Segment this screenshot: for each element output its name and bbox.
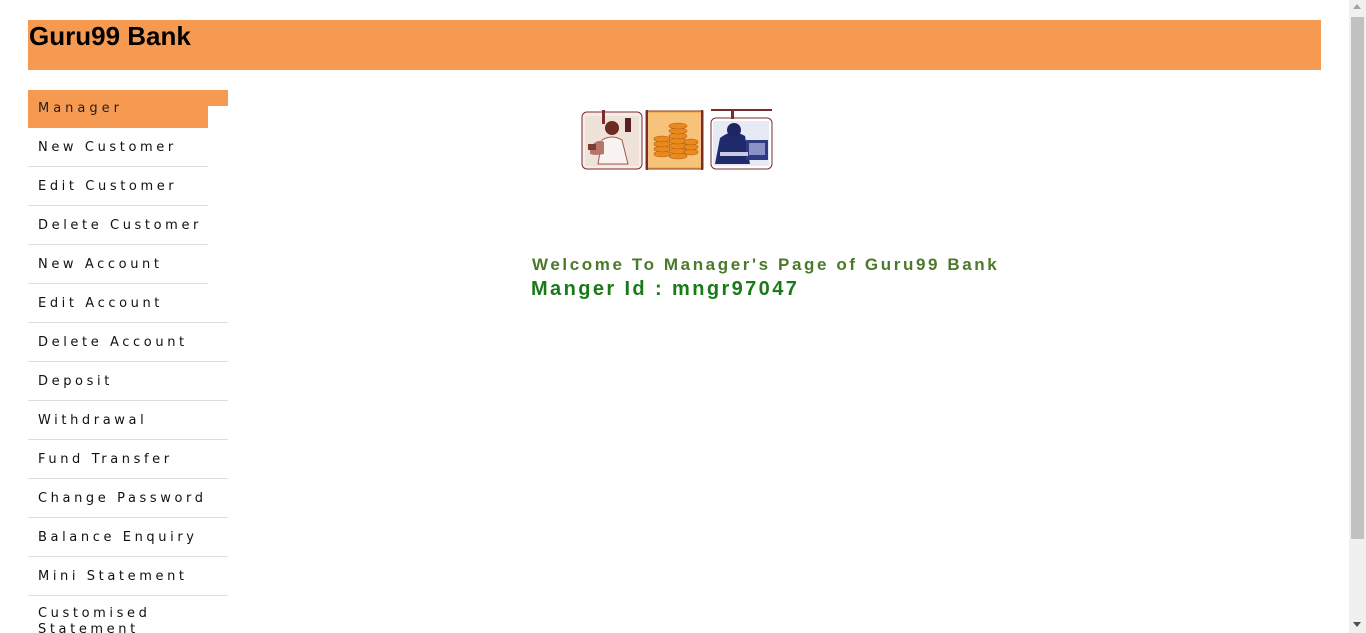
sidebar-item-withdrawal[interactable]: Withdrawal [28, 401, 228, 440]
sidebar-item-new-account[interactable]: New Account [28, 245, 208, 284]
sidebar-item-label: Edit Account [38, 296, 163, 311]
sidebar-item-edit-account[interactable]: Edit Account [28, 284, 228, 323]
sidebar-item-label: New Customer [38, 140, 177, 155]
sidebar-item-label: Deposit [38, 374, 113, 389]
sidebar-item-label: Withdrawal [38, 413, 148, 428]
sidebar-item-label: Manager [38, 101, 123, 116]
sidebar-item-label: Customised Statement [38, 606, 151, 633]
sidebar-item-label: Delete Customer [38, 218, 202, 233]
banner-panel-office-worker [710, 109, 773, 170]
sidebar-item-change-password[interactable]: Change Password [28, 479, 228, 518]
banner-panel-phone-user [581, 110, 643, 170]
sidebar-item-balance-enquiry[interactable]: Balance Enquiry [28, 518, 228, 557]
scroll-up-arrow-icon[interactable] [1353, 4, 1361, 9]
sidebar-item-label: Delete Account [38, 335, 188, 350]
sidebar-item-delete-account[interactable]: Delete Account [28, 323, 228, 362]
sidebar-item-deposit[interactable]: Deposit [28, 362, 228, 401]
sidebar-item-manager[interactable]: Manager [28, 90, 228, 128]
sidebar-item-edit-customer[interactable]: Edit Customer [28, 167, 208, 206]
vertical-scrollbar[interactable] [1349, 0, 1366, 633]
bank-banner-image [581, 109, 773, 170]
sidebar-item-label: Balance Enquiry [38, 530, 198, 545]
sidebar-item-delete-customer[interactable]: Delete Customer [28, 206, 208, 245]
sidebar-item-new-customer[interactable]: New Customer [28, 128, 208, 167]
manager-id-text: Manger Id : mngr97047 [531, 278, 800, 300]
site-header: Guru99 Bank [28, 20, 1321, 70]
welcome-message: Welcome To Manager's Page of Guru99 Bank [532, 255, 1000, 274]
scroll-down-arrow-icon[interactable] [1353, 622, 1361, 627]
site-title: Guru99 Bank [29, 21, 191, 51]
page: Guru99 Bank Manager New Customer Edit Cu… [0, 0, 1366, 633]
banner-panel-coins [645, 110, 704, 170]
sidebar-item-fund-transfer[interactable]: Fund Transfer [28, 440, 228, 479]
sidebar-menu: Manager New Customer Edit Customer Delet… [28, 90, 228, 633]
sidebar-item-label: Mini Statement [38, 569, 188, 584]
sidebar-item-mini-statement[interactable]: Mini Statement [28, 557, 228, 596]
scrollbar-thumb[interactable] [1351, 17, 1364, 539]
sidebar-item-label: New Account [38, 257, 163, 272]
active-tab-strip [208, 90, 228, 106]
sidebar-item-label: Fund Transfer [38, 452, 173, 467]
sidebar-item-label: Change Password [38, 491, 207, 506]
sidebar-item-customised-statement[interactable]: Customised Statement [28, 596, 228, 633]
sidebar-item-label: Edit Customer [38, 179, 178, 194]
